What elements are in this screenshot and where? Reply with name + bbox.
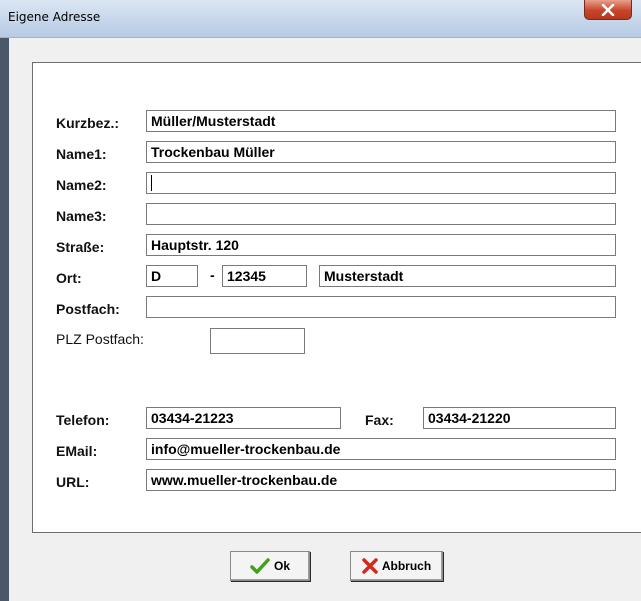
ort-field[interactable]: Musterstadt: [319, 265, 616, 287]
land-field[interactable]: D: [146, 265, 198, 287]
kurzbez-field[interactable]: Müller/Musterstadt: [146, 110, 616, 132]
dialog-client-area: Kurzbez.: Müller/Musterstadt Name1: Troc…: [9, 38, 641, 601]
label-postfach: Postfach:: [56, 301, 120, 317]
label-name2: Name2:: [56, 177, 107, 193]
label-name1: Name1:: [56, 146, 107, 162]
label-strasse: Straße:: [56, 239, 105, 255]
url-field[interactable]: www.mueller-trockenbau.de: [146, 469, 616, 491]
title-bar[interactable]: Eigene Adresse: [0, 0, 641, 38]
dialog-window: Eigene Adresse Kurzbez.: Müller/Musterst…: [0, 0, 641, 601]
cancel-button[interactable]: Abbruch: [350, 551, 443, 581]
strasse-field[interactable]: Hauptstr. 120: [146, 234, 616, 256]
label-kurzbez: Kurzbez.:: [56, 115, 119, 131]
email-field[interactable]: info@mueller-trockenbau.de: [146, 438, 616, 460]
label-ort: Ort:: [56, 270, 82, 286]
cancel-label: Abbruch: [381, 559, 432, 573]
name3-field[interactable]: [146, 203, 616, 225]
address-form-panel: Kurzbez.: Müller/Musterstadt Name1: Troc…: [32, 62, 641, 533]
window-title: Eigene Adresse: [8, 10, 101, 24]
telefon-field[interactable]: 03434-21223: [146, 407, 341, 429]
name2-field[interactable]: [146, 172, 616, 194]
plz-postfach-field[interactable]: [210, 328, 305, 354]
checkmark-icon: [250, 558, 270, 574]
close-icon: [601, 3, 615, 16]
plz-field[interactable]: 12345: [222, 265, 307, 287]
plz-separator: -: [210, 267, 215, 283]
postfach-field[interactable]: [146, 296, 616, 318]
label-url: URL:: [56, 474, 90, 490]
close-button[interactable]: [584, 0, 632, 20]
name1-field[interactable]: Trockenbau Müller: [146, 141, 616, 163]
label-telefon: Telefon:: [56, 412, 110, 428]
label-name3: Name3:: [56, 208, 107, 224]
x-cross-icon: [362, 558, 378, 574]
label-plz-postfach: PLZ Postfach:: [56, 331, 144, 347]
ok-button[interactable]: Ok: [230, 551, 310, 581]
fax-field[interactable]: 03434-21220: [423, 407, 616, 429]
label-email: EMail:: [56, 443, 98, 459]
label-fax: Fax:: [365, 412, 394, 428]
ok-label: Ok: [273, 559, 290, 573]
